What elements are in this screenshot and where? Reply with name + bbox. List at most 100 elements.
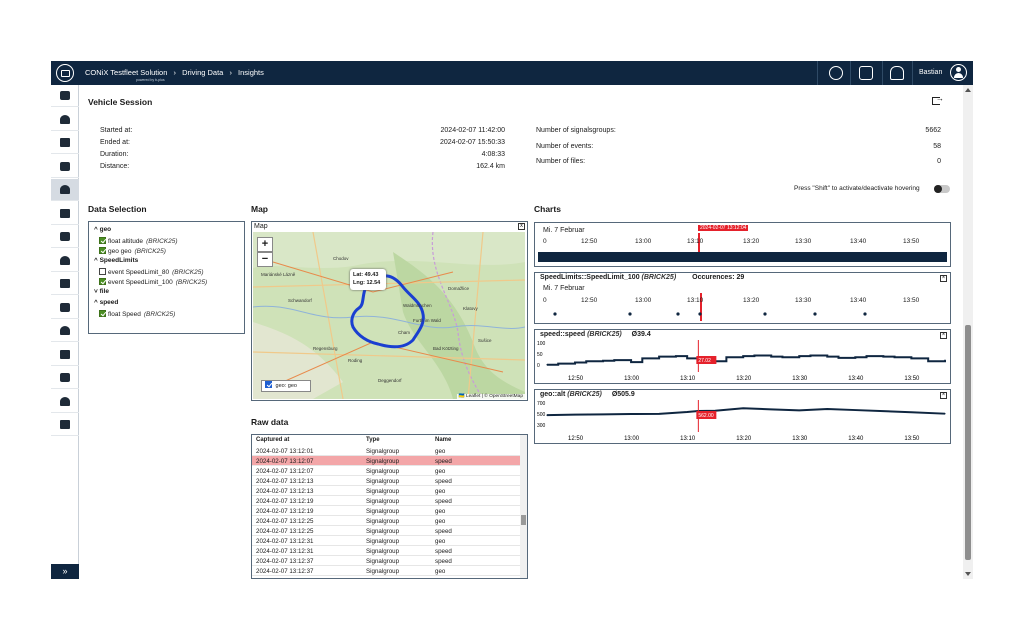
zoom-out-button[interactable]: − [257, 252, 273, 267]
toolbar-separator [850, 61, 851, 85]
event-dot[interactable] [698, 312, 702, 316]
breadcrumb-driving-data[interactable]: Driving Data [182, 68, 223, 77]
sidebar-item-insights-chart[interactable] [51, 179, 79, 201]
breadcrumb-insights[interactable]: Insights [238, 68, 264, 77]
table-row[interactable]: 2024-02-07 13:12:31 Signalgroup speed [252, 546, 520, 556]
tree-item[interactable]: event SpeedLimit_80 (BRICK25) [99, 268, 204, 276]
tree-item[interactable]: geo geo (BRICK25) [99, 247, 166, 255]
sidebar-item-car[interactable] [51, 156, 79, 178]
sidebar-item-vehicle-gate[interactable] [51, 344, 79, 366]
col-captured-at[interactable]: Captured at [256, 437, 289, 443]
table-row[interactable]: 2024-02-07 13:12:25 Signalgroup geo [252, 516, 520, 526]
data-point [658, 356, 660, 358]
map-close-icon[interactable]: x [518, 223, 525, 230]
tree-item-checkbox[interactable] [99, 268, 106, 275]
sidebar-item-car-rain[interactable] [51, 132, 79, 154]
table-row[interactable]: 2024-02-07 13:12:19 Signalgroup speed [252, 496, 520, 506]
timeline-range-bar[interactable] [538, 252, 947, 262]
hover-toggle[interactable] [934, 185, 950, 193]
sidebar-item-home[interactable] [51, 85, 79, 107]
speed-chart[interactable]: 100 50 0 27.02 12:50 13:00 13:10 13:20 13:30 13:4… [535, 330, 949, 383]
event-dot[interactable] [553, 312, 557, 316]
tree-group[interactable]: ^ SpeedLimits [94, 257, 138, 264]
sidebar-item-garage[interactable] [51, 109, 79, 131]
sidebar-item-chat[interactable] [51, 414, 79, 436]
tree-item-label: float Speed [108, 311, 141, 318]
zoom-in-button[interactable]: + [257, 237, 273, 252]
map-attribution[interactable]: 🇺🇦 Leaflet | © OpenStreetMap [456, 394, 525, 399]
data-point [854, 409, 856, 411]
tree-group[interactable]: ^ geo [94, 226, 111, 233]
bell-icon[interactable] [890, 66, 904, 80]
tree-group[interactable]: ˅ file [94, 288, 109, 295]
data-point [826, 408, 828, 410]
data-point [546, 414, 548, 416]
sidebar-item-list[interactable] [51, 203, 79, 225]
cell-type: Signalgroup [366, 517, 400, 525]
event-dot[interactable] [863, 312, 867, 316]
tree-item-checkbox[interactable] [99, 278, 106, 285]
table-row[interactable]: 2024-02-07 13:12:25 Signalgroup speed [252, 526, 520, 536]
page-scrollbar[interactable] [963, 85, 973, 579]
table-row[interactable]: 2024-02-07 13:12:31 Signalgroup geo [252, 536, 520, 546]
alt-chart[interactable]: 700 500 300 562.00 12:50 13:00 13:10 13:20 13:30… [535, 390, 949, 443]
raw-scrollbar-thumb[interactable] [521, 515, 526, 525]
scroll-up-icon[interactable] [965, 88, 971, 92]
tree-item[interactable]: event SpeedLimit_100 (BRICK25) [99, 278, 207, 286]
data-point [893, 356, 896, 358]
series-line[interactable] [546, 407, 946, 417]
table-row[interactable]: 2024-02-07 13:12:07 Signalgroup geo [252, 466, 520, 476]
sidebar-item-usb[interactable] [51, 297, 79, 319]
list-icon [60, 208, 70, 218]
data-point [742, 407, 744, 409]
page-scrollbar-thumb[interactable] [965, 325, 971, 560]
timeline-panel[interactable]: Mi. 7 Februar 2024-02-07 13:12:04 0 12:50… [534, 222, 951, 267]
tree-item[interactable]: float altitude (BRICK25) [99, 237, 178, 245]
settings-network-icon[interactable] [829, 66, 843, 80]
series-line[interactable] [547, 354, 946, 366]
raw-scrollbar[interactable] [520, 435, 527, 578]
events-value: 58 [933, 143, 941, 150]
event-dot[interactable] [676, 312, 680, 316]
layer-checkbox[interactable] [265, 381, 272, 388]
sidebar-item-battery[interactable] [51, 226, 79, 248]
cell-type: Signalgroup [366, 537, 400, 545]
map-canvas[interactable]: Chodov Mariánské Lázně Schwandorf Waldmü… [253, 232, 525, 399]
breadcrumb-app[interactable]: CONiX Testfleet Solution [85, 68, 167, 77]
powered-by: powered by b-plus [136, 78, 165, 82]
layer-control[interactable]: geo: geo [261, 380, 311, 392]
sidebar-item-clipboard[interactable] [51, 273, 79, 295]
table-row[interactable]: 2024-02-07 13:12:01 Signalgroup geo [252, 446, 520, 456]
expand-sidebar-button[interactable]: » [51, 564, 79, 579]
map-panel-label: Map [254, 223, 268, 230]
tree-item-checkbox[interactable] [99, 247, 106, 254]
tree-item-checkbox[interactable] [99, 310, 106, 317]
table-row[interactable]: 2024-02-07 13:12:13 Signalgroup speed [252, 476, 520, 486]
tree-item-checkbox[interactable] [99, 237, 106, 244]
sidebar-item-group[interactable] [51, 391, 79, 413]
col-type[interactable]: Type [366, 437, 380, 443]
sidebar-item-package[interactable] [51, 250, 79, 272]
cell-type: Signalgroup [366, 547, 400, 555]
calendar-icon[interactable] [859, 66, 873, 80]
tree-group[interactable]: ^ speed [94, 299, 118, 306]
table-row[interactable]: 2024-02-07 13:12:13 Signalgroup geo [252, 486, 520, 496]
col-name[interactable]: Name [435, 437, 451, 443]
tree-item[interactable]: float Speed (BRICK25) [99, 310, 175, 318]
breadcrumb: CONiX Testfleet Solution › Driving Data … [85, 68, 268, 77]
tree-group-label: ^ SpeedLimits [94, 257, 139, 264]
export-icon[interactable] [932, 94, 944, 105]
scroll-down-icon[interactable] [965, 572, 971, 576]
table-row[interactable]: 2024-02-07 13:12:37 Signalgroup speed [252, 556, 520, 566]
event-dot[interactable] [813, 312, 817, 316]
table-row[interactable]: 2024-02-07 13:12:37 Signalgroup geo [252, 566, 520, 576]
sidebar-item-person-car[interactable] [51, 367, 79, 389]
event-dot[interactable] [628, 312, 632, 316]
table-row[interactable]: 2024-02-07 13:12:19 Signalgroup geo [252, 506, 520, 516]
logo-icon[interactable] [56, 64, 74, 82]
user-name[interactable]: Bastian [919, 69, 942, 76]
event-dot[interactable] [763, 312, 767, 316]
avatar-icon[interactable] [950, 64, 967, 81]
sidebar-item-car-front[interactable] [51, 320, 79, 342]
table-row[interactable]: 2024-02-07 13:12:07 Signalgroup speed [252, 456, 520, 466]
